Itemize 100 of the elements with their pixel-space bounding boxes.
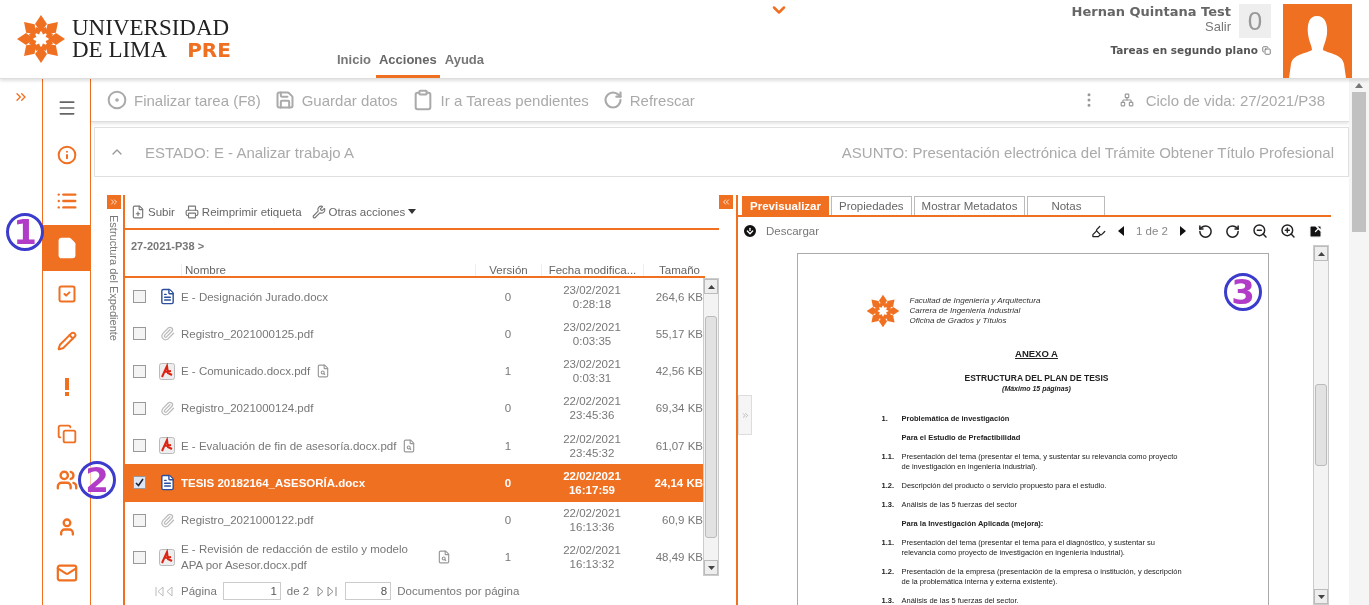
scrollbar[interactable]: [703, 278, 719, 576]
file-row[interactable]: E - Evaluación de fin de asesoría.docx.pdf 1 22/02/2021 23:45:32 61,07 KB: [125, 427, 703, 465]
preview-icon[interactable]: [316, 364, 331, 379]
column-header[interactable]: Tamaño: [643, 264, 703, 276]
background-tasks-link[interactable]: Tareas en segundo plano: [1110, 44, 1271, 56]
row-checkbox[interactable]: [132, 550, 146, 564]
scrollbar-thumb[interactable]: [1315, 384, 1327, 466]
row-checkbox[interactable]: [132, 401, 146, 415]
row-checkbox[interactable]: [132, 439, 146, 453]
row-checkbox[interactable]: [132, 327, 146, 341]
logo-text: DE LIMA: [72, 39, 168, 61]
previous-page-icon[interactable]: [1118, 226, 1124, 236]
copy-icon: [56, 423, 77, 444]
column-header[interactable]: Versión: [475, 264, 541, 276]
document-icon: [158, 288, 176, 306]
logout-link[interactable]: Salir: [1205, 19, 1231, 34]
star-logo-icon: [16, 14, 66, 64]
up-arrow-icon[interactable]: [1317, 251, 1325, 256]
file-row[interactable]: E - Designación Jurado.docx 0 23/02/2021 0:28:18 264,6 KB: [125, 278, 703, 316]
scrollbar-thumb[interactable]: [705, 316, 717, 538]
logo-suffix: PRE: [187, 39, 231, 61]
scrollbar-thumb[interactable]: [1352, 92, 1366, 232]
pencil-icon: [56, 330, 77, 351]
file-row[interactable]: Registro_2021000125.pdf 0 23/02/2021 0:03:35 55,17 KB: [125, 315, 703, 353]
nav-tab[interactable]: Inicio: [334, 47, 374, 78]
wrench-icon: [311, 204, 326, 219]
rotate-right-icon[interactable]: [1225, 223, 1240, 239]
file-name: E - Comunicado.docx.pdf: [181, 364, 311, 380]
preview-icon[interactable]: [402, 438, 417, 453]
side-tab-label[interactable]: Estructura del Expediente: [108, 215, 120, 341]
date-cell-text: 23/02/2021 0:03:35: [562, 319, 622, 348]
file-action[interactable]: Subir: [131, 204, 175, 219]
preview-tab[interactable]: Propiedades: [830, 196, 912, 215]
file-name: E - Evaluación de fin de asesoría.docx.pdf: [181, 438, 397, 454]
page-size-input[interactable]: 8: [345, 582, 392, 600]
letterhead-line: Facultad de Ingeniería y Arquitectura: [909, 296, 1041, 306]
file-row[interactable]: E - Revisión de redacción de estilo y modelo APA por Asesor.docx.pdf 1 22/02/2021 16:13:32 48,49 KB: [125, 538, 703, 576]
task-counter: 0: [1239, 4, 1271, 38]
highlighter-icon[interactable]: [1091, 223, 1106, 239]
size-cell-text: 42,56 KB: [654, 364, 703, 379]
preview-icon[interactable]: [437, 550, 451, 565]
refresh-icon: [602, 90, 623, 110]
collapse-tab[interactable]: [719, 195, 733, 209]
star-logo-icon: [865, 294, 900, 328]
breadcrumb[interactable]: 27-2021-P38 >: [125, 230, 719, 258]
size-cell-text: 24,14 KB: [653, 475, 703, 490]
date-cell-text: 22/02/2021 16:13:32: [562, 543, 622, 572]
checkbox-icon: [56, 284, 77, 305]
down-arrow-icon[interactable]: [707, 565, 715, 570]
annotation-marker: 1: [6, 213, 44, 251]
download-button[interactable]: Descargar: [742, 223, 820, 239]
up-arrow-icon[interactable]: [1355, 83, 1363, 88]
caret-icon: [408, 209, 417, 214]
open-external-icon[interactable]: [1308, 223, 1323, 239]
size-cell-text: 69,34 KB: [654, 401, 703, 416]
up-arrow-icon[interactable]: [707, 284, 715, 289]
group-icon: [55, 469, 78, 492]
preview-tab[interactable]: Previsualizar: [742, 196, 829, 215]
document-title: ANEXO A: [1015, 348, 1058, 359]
page-size-label: Documentos por página: [397, 585, 520, 597]
next-last-icon[interactable]: [315, 585, 340, 597]
expand-icon: [740, 410, 750, 420]
page-label: Página: [181, 585, 217, 597]
down-arrow-icon[interactable]: [1317, 594, 1325, 599]
annotation-marker: 2: [78, 461, 116, 499]
annotation-marker: 3: [1224, 273, 1262, 311]
panel-handle[interactable]: [738, 395, 752, 435]
preview-tab[interactable]: Mostrar Metadatos: [913, 196, 1026, 215]
column-header[interactable]: Fecha modifica...: [541, 264, 643, 276]
info-icon: [56, 144, 77, 165]
row-checkbox[interactable]: [132, 290, 146, 304]
column-header[interactable]: Nombre: [181, 264, 475, 276]
zoom-out-icon[interactable]: [1252, 223, 1268, 239]
file-row[interactable]: E - Comunicado.docx.pdf 1 23/02/2021 0:03:31 42,56 KB: [125, 352, 703, 390]
row-checkbox[interactable]: [132, 364, 146, 378]
row-checkbox[interactable]: [132, 476, 146, 490]
paperclip-icon: [159, 326, 175, 342]
expand-icon: [109, 197, 119, 207]
row-checkbox[interactable]: [132, 513, 146, 527]
next-page-icon[interactable]: [1180, 226, 1186, 236]
nav-tab[interactable]: Ayuda: [441, 47, 487, 78]
state-text: ESTADO: E - Analizar trabajo A: [145, 143, 354, 161]
preview-tab[interactable]: Notas: [1027, 196, 1106, 215]
page-scrollbar[interactable]: [1349, 79, 1369, 605]
rotate-left-icon[interactable]: [1198, 223, 1213, 239]
first-last-prev-icon[interactable]: [155, 585, 175, 597]
expand-tab[interactable]: [107, 195, 121, 209]
pdf-icon: [159, 437, 175, 455]
file-row[interactable]: TESIS 20182164_ASESORÍA.docx 0 22/02/2021 16:17:59 24,14 KB: [125, 464, 703, 502]
file-row[interactable]: Registro_2021000124.pdf 0 22/02/2021 23:45:36 69,34 KB: [125, 389, 703, 427]
scrollbar[interactable]: [1313, 245, 1329, 605]
paperclip-icon: [159, 400, 175, 416]
nav-tab[interactable]: Acciones: [375, 47, 440, 78]
file-action[interactable]: Otras acciones: [311, 204, 417, 219]
page-input[interactable]: 1: [222, 582, 281, 600]
size-cell-text: 55,17 KB: [654, 326, 703, 341]
file-row[interactable]: Registro_2021000122.pdf 0 22/02/2021 16:13:36 60,9 KB: [125, 501, 703, 539]
zoom-in-icon[interactable]: [1280, 223, 1296, 239]
file-action[interactable]: Reimprimir etiqueta: [184, 204, 302, 219]
document-subtitle: ESTRUCTURA DEL PLAN DE TESIS: [964, 373, 1109, 383]
